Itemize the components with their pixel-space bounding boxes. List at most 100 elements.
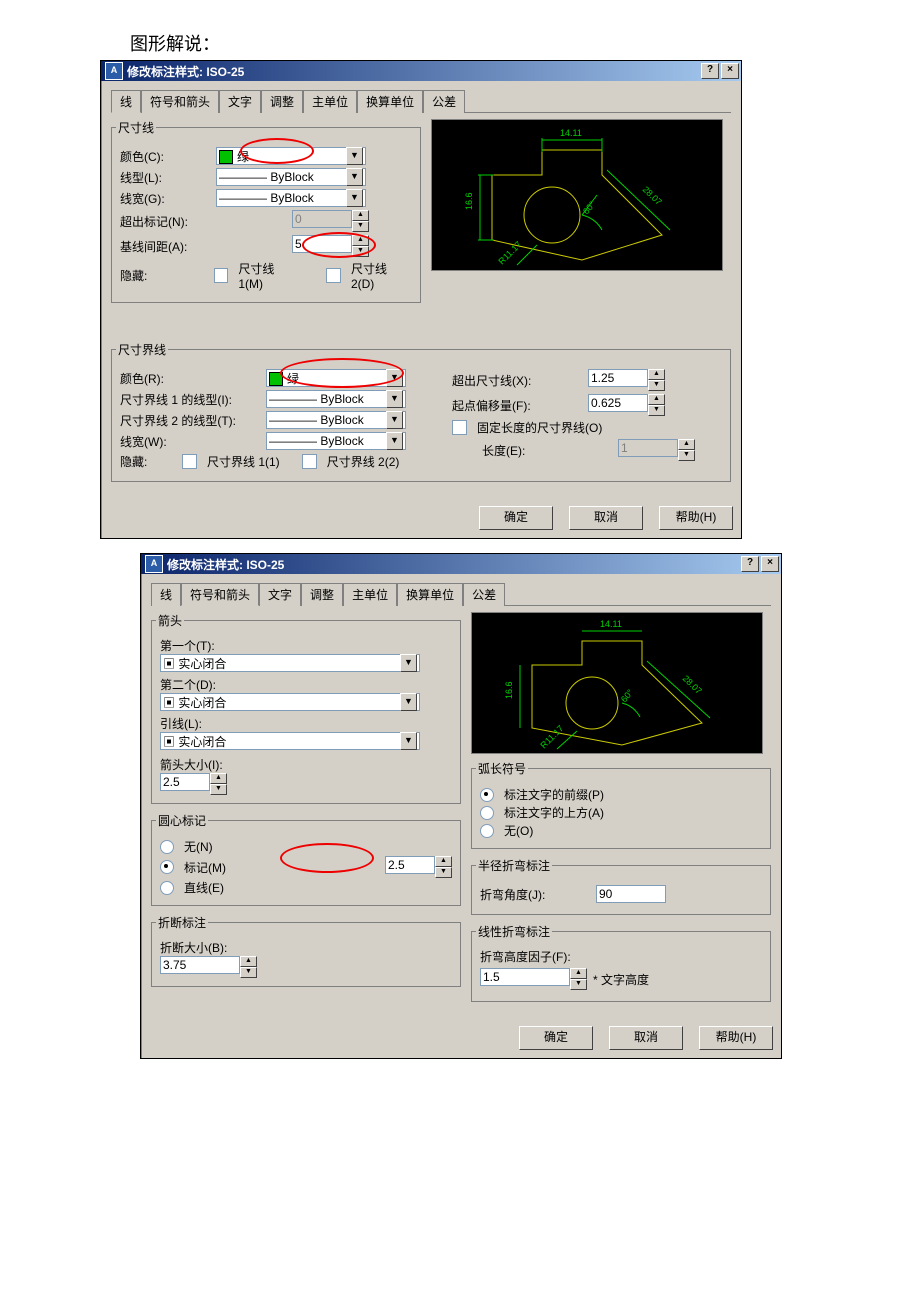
ok-button[interactable]: 确定 bbox=[519, 1026, 593, 1050]
lbl-beyond: 超出尺寸线(X): bbox=[452, 372, 582, 389]
tab-tol[interactable]: 公差 bbox=[463, 583, 505, 606]
spin-down-icon[interactable]: ▼ bbox=[648, 405, 665, 416]
dropdown-icon[interactable]: ▼ bbox=[346, 168, 363, 186]
spin-down-icon[interactable]: ▼ bbox=[570, 979, 587, 990]
tab-symbols[interactable]: 符号和箭头 bbox=[141, 90, 219, 113]
spin-down-icon[interactable]: ▼ bbox=[210, 784, 227, 795]
help-button[interactable]: 帮助(H) bbox=[659, 506, 733, 530]
rad-arc-front[interactable] bbox=[480, 788, 494, 802]
break-size-input[interactable] bbox=[160, 956, 240, 974]
combo-first[interactable]: ▣ 实心闭合 ▼ bbox=[160, 654, 420, 672]
lbl-jog-angle: 折弯角度(J): bbox=[480, 886, 590, 903]
combo-ext-lt1[interactable]: ———— ByBlock ▼ bbox=[266, 390, 406, 408]
lbl-offset: 起点偏移量(F): bbox=[452, 397, 582, 414]
combo-color[interactable]: 绿 ▼ bbox=[216, 147, 366, 165]
tab-text[interactable]: 文字 bbox=[219, 90, 261, 113]
chk-hide2[interactable] bbox=[326, 268, 341, 283]
rad-line[interactable] bbox=[160, 881, 174, 895]
close-button[interactable]: × bbox=[721, 63, 739, 79]
tab-symbols[interactable]: 符号和箭头 bbox=[181, 583, 259, 606]
lbl-hide2: 尺寸线 2(D) bbox=[351, 260, 412, 291]
cancel-button[interactable]: 取消 bbox=[609, 1026, 683, 1050]
combo-lineweight[interactable]: ———— ByBlock ▼ bbox=[216, 189, 366, 207]
dialog-title: 修改标注样式: ISO-25 bbox=[167, 556, 284, 573]
jog-angle-input[interactable] bbox=[596, 885, 666, 903]
spin-baseline[interactable]: ▲▼ bbox=[292, 235, 369, 257]
group-break: 折断标注 折断大小(B): ▲▼ bbox=[151, 914, 461, 987]
cancel-button[interactable]: 取消 bbox=[569, 506, 643, 530]
spin-up-icon[interactable]: ▲ bbox=[352, 235, 369, 246]
spin-up-icon[interactable]: ▲ bbox=[648, 394, 665, 405]
spin-down-icon[interactable]: ▼ bbox=[435, 867, 452, 878]
combo-ext-color[interactable]: 绿 ▼ bbox=[266, 369, 406, 387]
offset-input[interactable] bbox=[588, 394, 648, 412]
ext-color-value: 绿 bbox=[287, 372, 299, 386]
lbl-linetype: 线型(L): bbox=[120, 169, 210, 186]
spin-down-icon[interactable]: ▼ bbox=[240, 967, 257, 978]
spin-jog-factor[interactable]: ▲▼ bbox=[480, 968, 587, 990]
group-radjog: 半径折弯标注 折弯角度(J): bbox=[471, 857, 771, 915]
dropdown-icon[interactable]: ▼ bbox=[386, 369, 403, 387]
spin-beyond[interactable]: ▲▼ bbox=[588, 369, 665, 391]
lbl-arc-above: 标注文字的上方(A) bbox=[504, 804, 604, 821]
spin-break-size[interactable]: ▲▼ bbox=[160, 956, 452, 978]
lbl-ext-lw: 线宽(W): bbox=[120, 433, 260, 450]
rad-arc-none[interactable] bbox=[480, 824, 494, 838]
tab-fit[interactable]: 调整 bbox=[301, 583, 343, 606]
tab-fit[interactable]: 调整 bbox=[261, 90, 303, 113]
tab-alt[interactable]: 换算单位 bbox=[397, 583, 463, 606]
spin-up-icon: ▲ bbox=[352, 210, 369, 221]
tab-text[interactable]: 文字 bbox=[259, 583, 301, 606]
help-button[interactable]: 帮助(H) bbox=[699, 1026, 773, 1050]
tab-lines[interactable]: 线 bbox=[111, 90, 141, 113]
chk-fixed[interactable] bbox=[452, 420, 467, 435]
combo-ext-lt2[interactable]: ———— ByBlock ▼ bbox=[266, 411, 406, 429]
help-button[interactable]: ? bbox=[701, 63, 719, 79]
spin-offset[interactable]: ▲▼ bbox=[588, 394, 665, 416]
linetype-value: ByBlock bbox=[270, 170, 313, 184]
rad-arc-above[interactable] bbox=[480, 806, 494, 820]
baseline-input[interactable] bbox=[292, 235, 352, 253]
help-button[interactable]: ? bbox=[741, 556, 759, 572]
rad-none[interactable] bbox=[160, 840, 174, 854]
combo-leader[interactable]: ▣ 实心闭合 ▼ bbox=[160, 732, 420, 750]
dropdown-icon[interactable]: ▼ bbox=[386, 411, 403, 429]
ok-button[interactable]: 确定 bbox=[479, 506, 553, 530]
chk-ext-hide2[interactable] bbox=[302, 454, 317, 469]
tab-alt[interactable]: 换算单位 bbox=[357, 90, 423, 113]
tab-primary[interactable]: 主单位 bbox=[343, 583, 397, 606]
arrow-size-input[interactable] bbox=[160, 773, 210, 791]
dropdown-icon[interactable]: ▼ bbox=[400, 654, 417, 672]
tab-tol[interactable]: 公差 bbox=[423, 90, 465, 113]
dropdown-icon[interactable]: ▼ bbox=[386, 390, 403, 408]
spin-up-icon[interactable]: ▲ bbox=[240, 956, 257, 967]
lbl-leader: 引线(L): bbox=[160, 715, 452, 732]
close-button[interactable]: × bbox=[761, 556, 779, 572]
dropdown-icon[interactable]: ▼ bbox=[346, 189, 363, 207]
tab-primary[interactable]: 主单位 bbox=[303, 90, 357, 113]
spin-down-icon[interactable]: ▼ bbox=[352, 246, 369, 257]
dropdown-icon[interactable]: ▼ bbox=[346, 147, 363, 165]
tab-lines[interactable]: 线 bbox=[151, 583, 181, 606]
spin-arrow-size[interactable]: ▲▼ bbox=[160, 773, 452, 795]
chk-ext-hide1[interactable] bbox=[182, 454, 197, 469]
jog-factor-input[interactable] bbox=[480, 968, 570, 986]
dropdown-icon[interactable]: ▼ bbox=[400, 693, 417, 711]
center-size-input[interactable] bbox=[385, 856, 435, 874]
spin-up-icon[interactable]: ▲ bbox=[648, 369, 665, 380]
spin-up-icon[interactable]: ▲ bbox=[435, 856, 452, 867]
spin-down-icon[interactable]: ▼ bbox=[648, 380, 665, 391]
spin-up-icon[interactable]: ▲ bbox=[570, 968, 587, 979]
spin-up-icon[interactable]: ▲ bbox=[210, 773, 227, 784]
dropdown-icon[interactable]: ▼ bbox=[386, 432, 403, 450]
dropdown-icon[interactable]: ▼ bbox=[400, 732, 417, 750]
beyond-input[interactable] bbox=[588, 369, 648, 387]
rad-mark[interactable] bbox=[160, 860, 174, 874]
dialog-symbols: A 修改标注样式: ISO-25 ? × 线 符号和箭头 文字 调整 主单位 换… bbox=[140, 553, 782, 1059]
chk-hide1[interactable] bbox=[214, 268, 229, 283]
combo-second[interactable]: ▣ 实心闭合 ▼ bbox=[160, 693, 420, 711]
combo-ext-lw[interactable]: ———— ByBlock ▼ bbox=[266, 432, 406, 450]
combo-linetype[interactable]: ———— ByBlock ▼ bbox=[216, 168, 366, 186]
lbl-arc-none: 无(O) bbox=[504, 822, 533, 839]
spin-center-size[interactable]: ▲▼ bbox=[385, 856, 452, 878]
